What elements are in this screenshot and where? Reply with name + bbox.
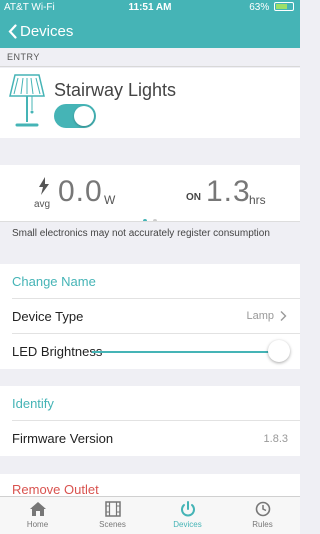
tab-scenes-label: Scenes (99, 520, 126, 529)
power-icon (180, 501, 195, 517)
power-value: 0.0 (58, 175, 103, 208)
battery-percent: 63% (249, 2, 270, 13)
firmware-label: Firmware Version (12, 431, 114, 446)
nav-bar: Devices (0, 16, 300, 48)
device-type-value-wrap: Lamp (246, 310, 288, 322)
firmware-value: 1.8.3 (263, 432, 288, 445)
lamp-icon (9, 74, 45, 127)
toggle-knob (74, 106, 94, 126)
remove-outlet-label: Remove Outlet (12, 482, 99, 496)
remove-outlet-row[interactable]: Remove Outlet (12, 474, 300, 496)
clock-icon (255, 501, 270, 517)
identify-row[interactable]: Identify (12, 386, 300, 421)
power-unit: W (104, 193, 116, 207)
home-icon (29, 502, 46, 516)
bolt-icon (39, 177, 49, 195)
change-name-label: Change Name (12, 273, 96, 289)
tab-home-label: Home (26, 520, 49, 529)
device-type-value: Lamp (246, 310, 274, 322)
slider-thumb[interactable] (268, 340, 290, 362)
tab-bar: Home Scenes Devices Rules (0, 496, 300, 534)
consumption-note: Small electronics may not accurately reg… (0, 221, 300, 257)
tab-home[interactable]: Home (0, 497, 75, 534)
on-time-unit: hrs (249, 193, 266, 207)
back-label: Devices (20, 23, 74, 40)
back-button[interactable]: Devices (8, 23, 73, 40)
section-label: ENTRY (0, 48, 300, 67)
battery-indicator: 63% (249, 2, 294, 13)
led-brightness-slider[interactable] (92, 340, 290, 362)
status-bar: AT&T Wi-Fi 11:51 AM 63% (0, 0, 300, 16)
on-time-value: 1.3 (206, 175, 251, 208)
device-type-row[interactable]: Device Type Lamp (12, 299, 300, 334)
film-icon (104, 501, 121, 517)
chevron-right-icon (280, 311, 287, 321)
tab-scenes[interactable]: Scenes (75, 497, 150, 534)
identify-label: Identify (12, 395, 54, 411)
device-name: Stairway Lights (54, 80, 177, 100)
chevron-left-icon (8, 24, 17, 39)
change-name-row[interactable]: Change Name (12, 264, 300, 299)
settings-group-danger: Remove Outlet (0, 474, 300, 496)
power-toggle[interactable] (54, 104, 96, 128)
device-type-label: Device Type (12, 308, 84, 324)
device-card: Stairway Lights (0, 68, 300, 138)
tab-rules[interactable]: Rules (225, 497, 300, 534)
led-brightness-label: LED Brightness (12, 344, 103, 359)
battery-icon (274, 2, 294, 11)
led-brightness-row: LED Brightness (12, 334, 300, 369)
on-label: ON (186, 192, 201, 203)
tab-devices-label: Devices (173, 520, 202, 529)
settings-group-secondary: Identify Firmware Version 1.8.3 (0, 386, 300, 456)
firmware-row: Firmware Version 1.8.3 (12, 421, 300, 456)
avg-label: avg (34, 199, 51, 210)
tab-rules-label: Rules (252, 520, 273, 529)
tab-devices[interactable]: Devices (150, 497, 225, 534)
settings-group-primary: Change Name Device Type Lamp LED Brightn… (0, 264, 300, 369)
